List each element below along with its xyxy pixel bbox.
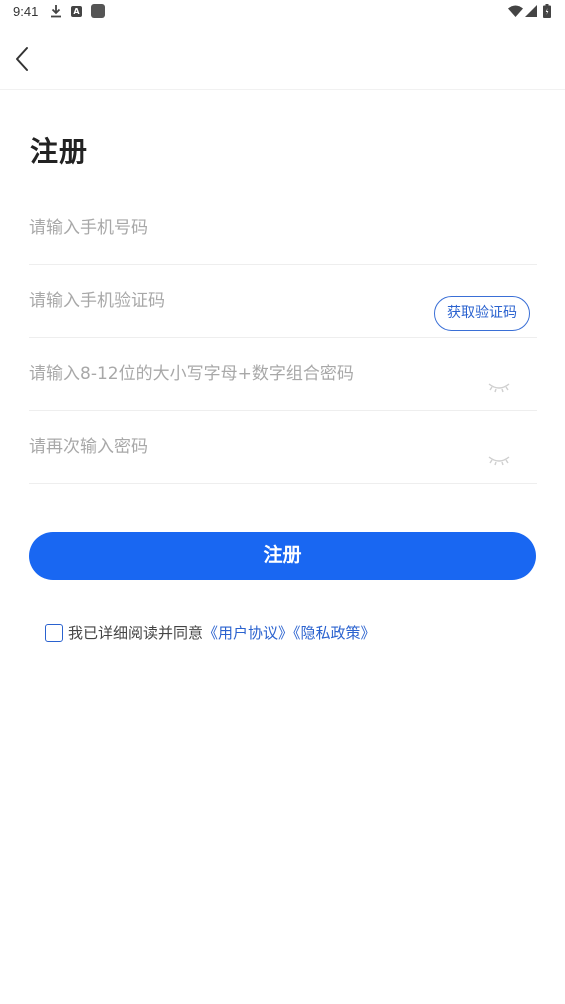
verification-code-field: 获取验证码 [29, 265, 537, 338]
user-agreement-link[interactable]: 《用户协议》 [203, 624, 293, 642]
agreement-checkbox[interactable] [45, 624, 63, 642]
confirm-password-field [29, 411, 537, 484]
status-bar: 9:41 A [0, 0, 565, 26]
a-notification-icon: A [71, 6, 82, 17]
phone-field [29, 192, 537, 265]
eye-closed-icon[interactable] [487, 380, 511, 396]
password-field [29, 338, 537, 411]
agreement-text: 我已详细阅读并同意 [68, 624, 204, 642]
back-button[interactable] [8, 42, 38, 76]
verification-code-input[interactable] [29, 265, 419, 337]
battery-icon [543, 4, 551, 18]
phone-input[interactable] [29, 192, 537, 264]
nav-bar [0, 26, 565, 90]
square-notification-icon [91, 4, 105, 18]
signal-icon [525, 5, 537, 17]
password-input[interactable] [29, 338, 469, 410]
agreement-text-wrap: 我已详细阅读并同意《用户协议》《隐私政策》 [68, 623, 376, 643]
status-time: 9:41 [13, 4, 39, 19]
register-button[interactable]: 注册 [29, 532, 536, 580]
confirm-password-input[interactable] [29, 411, 469, 483]
privacy-policy-link[interactable]: 《隐私政策》 [293, 624, 376, 642]
download-icon [51, 5, 61, 18]
chevron-left-icon [16, 47, 28, 71]
page-title: 注册 [30, 135, 89, 168]
wifi-icon [508, 5, 523, 17]
get-code-button[interactable]: 获取验证码 [434, 296, 530, 331]
eye-closed-icon[interactable] [487, 453, 511, 469]
